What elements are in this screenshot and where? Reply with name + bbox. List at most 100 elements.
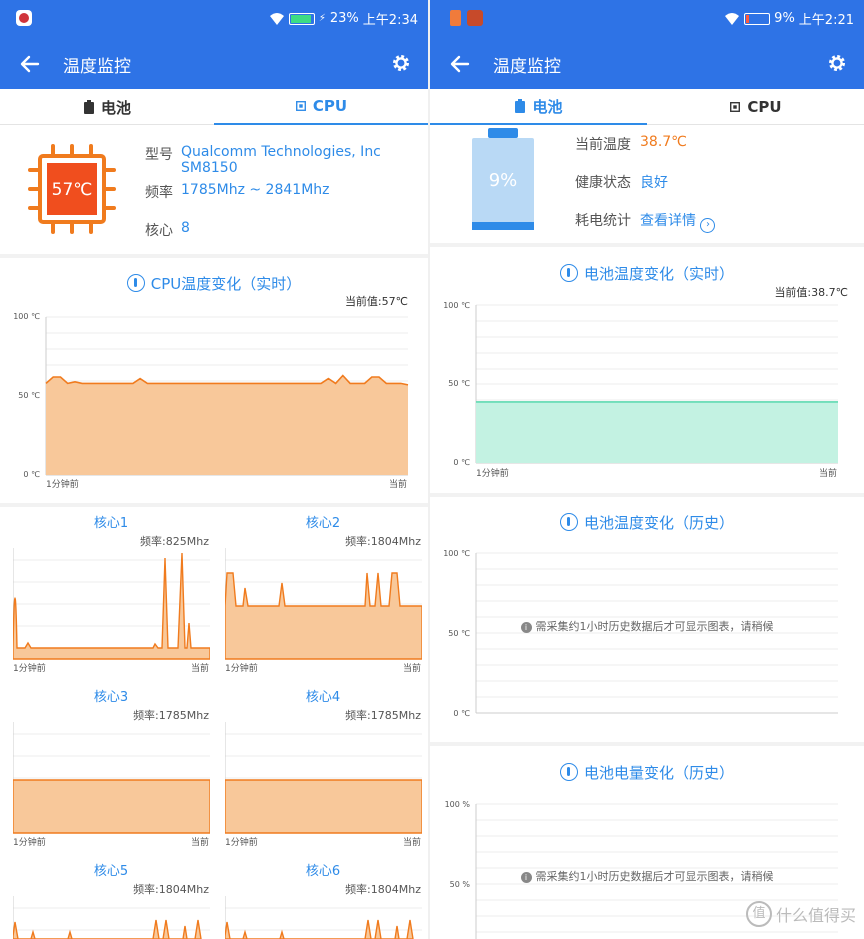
- battery-temp-area: [476, 401, 838, 463]
- core-4-freq: 频率:1785Mhz: [345, 709, 421, 722]
- core-5-freq: 频率:1804Mhz: [133, 883, 209, 896]
- x-start-label: 1分钟前: [476, 467, 509, 479]
- battery-tab-icon: [515, 99, 526, 113]
- tab-bar: 电池 CPU: [430, 89, 864, 125]
- app-bar: 温度监控: [0, 38, 428, 89]
- status-bar: ⚡ 23% 上午2:34: [0, 0, 428, 38]
- health-label: 健康状态: [575, 175, 631, 191]
- section-divider: [430, 742, 864, 746]
- usage-label: 耗电统计: [575, 213, 631, 229]
- battery-small-icon: [559, 763, 578, 781]
- y-tick: 100 ℃: [443, 549, 470, 558]
- battery-percent: 9%: [774, 11, 795, 26]
- cpu-temp-chart-title: CPU温度变化（实时）: [0, 273, 428, 294]
- usage-details-link[interactable]: 查看详情 ›: [640, 210, 716, 233]
- status-bar: 9% 上午2:21: [430, 0, 864, 38]
- page-title: 温度监控: [493, 57, 561, 77]
- tab-label: CPU: [747, 98, 782, 116]
- frequency-label: 频率: [145, 185, 173, 201]
- notification-icon: [450, 10, 461, 26]
- battery-temp-realtime-title: 电池温度变化（实时）: [430, 263, 864, 284]
- app-notification-icon: [16, 10, 32, 26]
- frequency-value: 1785Mhz ~ 2841Mhz: [181, 182, 330, 198]
- cpu-temp-chart: 100 ℃ 50 ℃ 0 ℃ 1分钟前 当前: [13, 312, 409, 490]
- y-tick: 100 ℃: [13, 312, 40, 321]
- thermometer-icon: [126, 274, 145, 292]
- core-3-chart: 1分钟前 当前: [13, 722, 210, 848]
- core-1-title: 核心1: [93, 516, 129, 531]
- core-3-freq: 频率:1785Mhz: [133, 709, 209, 722]
- gear-icon[interactable]: [826, 52, 848, 74]
- cpu-tab-icon: [295, 101, 306, 111]
- chevron-right-icon: ›: [700, 218, 716, 233]
- tab-battery[interactable]: 电池: [0, 89, 214, 125]
- tab-bar: 电池 CPU: [0, 89, 428, 125]
- page-title: 温度监控: [63, 57, 131, 77]
- gear-icon[interactable]: [390, 52, 412, 74]
- info-icon: i: [520, 622, 532, 633]
- tab-cpu[interactable]: CPU: [214, 89, 428, 125]
- battery-temp-history-title: 电池温度变化（历史）: [430, 512, 864, 533]
- x-start-label: 1分钟前: [13, 836, 46, 848]
- back-arrow-icon[interactable]: [448, 52, 472, 76]
- cpu-tab-icon: [730, 102, 741, 112]
- core-3-series: [13, 779, 210, 834]
- y-tick: 0 ℃: [23, 470, 40, 479]
- section-divider: [0, 254, 428, 258]
- cpu-temp-line: [45, 374, 409, 386]
- section-divider: [0, 503, 428, 507]
- history-pending-message: i 需采集约1小时历史数据后才可显示图表，请稍候: [430, 618, 864, 634]
- tab-cpu[interactable]: CPU: [647, 89, 864, 125]
- thermometer-icon: [559, 264, 578, 282]
- tab-battery[interactable]: 电池: [430, 89, 647, 125]
- battery-temp-history-chart: 100 ℃ 50 ℃ 0 ℃: [443, 549, 838, 718]
- back-arrow-icon[interactable]: [18, 52, 42, 76]
- x-start-label: 1分钟前: [46, 478, 79, 490]
- battery-temp-realtime-chart: 100 ℃ 50 ℃ 0 ℃ 1分钟前 当前: [443, 301, 838, 479]
- cpu-temp-area: [46, 375, 408, 475]
- core-3-title: 核心3: [93, 690, 129, 705]
- battery-percent-label: 9%: [488, 170, 518, 191]
- cpu-screen: ⚡ 23% 上午2:34 温度监控 电池 CPU 57℃ 型号 Qualcomm…: [0, 0, 428, 939]
- y-tick: 50 ℃: [18, 391, 40, 400]
- battery-icon: [744, 12, 771, 25]
- health-value: 良好: [640, 175, 668, 191]
- x-start-label: 1分钟前: [13, 662, 46, 674]
- cpu-temperature: 57℃: [51, 180, 93, 200]
- thermometer-icon: [559, 513, 578, 531]
- app-bar: 温度监控: [430, 38, 864, 89]
- core-5-chart: [13, 896, 210, 939]
- y-tick: 0 ℃: [453, 709, 470, 718]
- section-divider: [430, 243, 864, 247]
- y-tick: 50 ℃: [448, 379, 470, 388]
- x-end-label: 当前: [403, 836, 421, 848]
- wifi-icon: [269, 12, 284, 25]
- section-divider: [430, 493, 864, 497]
- core-4-title: 核心4: [305, 690, 341, 705]
- temp-value: 38.7℃: [640, 134, 687, 150]
- temp-label: 当前温度: [575, 137, 631, 153]
- y-tick: 0 ℃: [453, 458, 470, 467]
- core-2-series: [225, 572, 422, 660]
- battery-percent: 23%: [329, 11, 359, 26]
- x-start-label: 1分钟前: [225, 836, 258, 848]
- tab-label: CPU: [312, 97, 348, 115]
- watermark-logo-icon: 值: [745, 901, 772, 927]
- battery-level-history-title: 电池电量变化（历史）: [430, 762, 864, 783]
- core-2-chart: 1分钟前 当前: [225, 548, 422, 674]
- model-value: Qualcomm Technologies, Inc SM8150: [181, 144, 381, 176]
- model-label: 型号: [145, 147, 173, 163]
- y-tick: 100 %: [445, 800, 471, 809]
- tab-label: 电池: [100, 98, 131, 117]
- core-4-series: [225, 779, 422, 834]
- core-6-freq: 频率:1804Mhz: [345, 883, 421, 896]
- y-tick: 100 ℃: [443, 301, 470, 310]
- watermark: 值 什么值得买: [745, 901, 856, 927]
- wifi-icon: [725, 12, 740, 25]
- core-1-freq: 频率:825Mhz: [140, 535, 209, 548]
- core-5-title: 核心5: [93, 864, 129, 879]
- x-end-label: 当前: [389, 478, 407, 490]
- core-6-title: 核心6: [305, 864, 341, 879]
- core-label: 核心: [145, 223, 173, 239]
- battery-icon: [288, 12, 315, 25]
